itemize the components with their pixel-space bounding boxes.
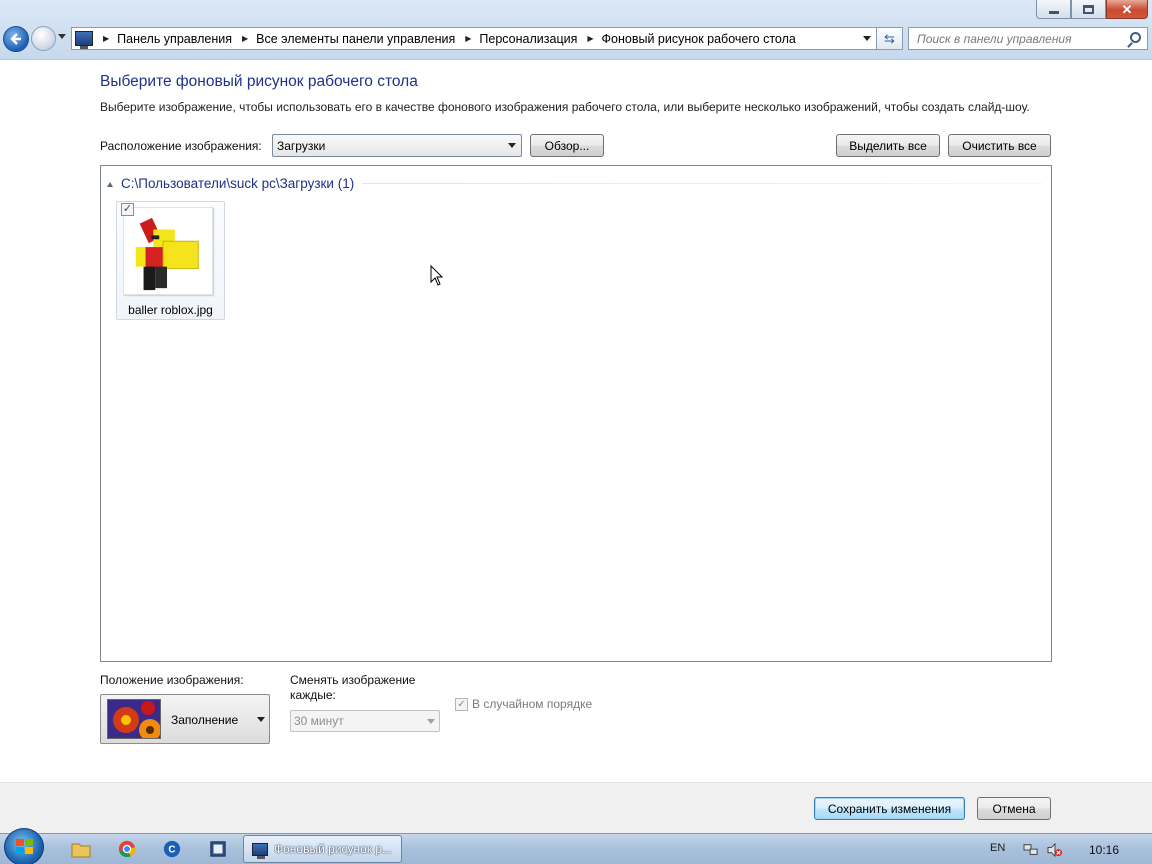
taskbar-window-button[interactable]: Фоновый рисунок р... — [243, 835, 402, 863]
shuffle-label: В случайном порядке — [472, 697, 593, 711]
control-panel-icon — [252, 842, 268, 859]
clear-all-button[interactable]: Очистить все — [948, 134, 1051, 157]
back-button[interactable] — [3, 26, 29, 52]
chrome-taskbar-icon[interactable] — [116, 838, 138, 860]
breadcrumb-separator-icon[interactable]: ▶ — [587, 34, 593, 43]
group-header-path: C:\Пользователи\suck pc\Загрузки (1) — [121, 176, 355, 191]
location-value: Загрузки — [277, 138, 326, 153]
address-bar[interactable]: ▶ Панель управления ▶ Все элементы панел… — [71, 27, 877, 50]
shuffle-option[interactable]: ✓ В случайном порядке — [455, 697, 592, 711]
image-checkbox[interactable]: ✓ — [121, 203, 134, 216]
control-panel-icon — [75, 31, 93, 49]
breadcrumb-control-panel[interactable]: Панель управления — [117, 32, 232, 46]
search-icon[interactable] — [1130, 32, 1141, 43]
ccleaner-taskbar-icon[interactable]: C — [161, 838, 183, 860]
maximize-icon — [1083, 4, 1094, 14]
refresh-icon: ⇆ — [884, 30, 895, 46]
folder-icon — [71, 843, 91, 858]
chrome-icon — [118, 840, 136, 858]
minimize-icon — [1048, 10, 1059, 14]
chevron-down-icon — [427, 719, 435, 724]
speaker-muted-icon — [1047, 843, 1062, 857]
location-dropdown[interactable]: Загрузки — [272, 134, 522, 157]
image-filename: baller roblox.jpg — [128, 303, 213, 317]
ccleaner-icon: C — [163, 840, 181, 858]
chevron-down-icon — [257, 717, 265, 722]
position-label: Положение изображения: — [100, 673, 244, 687]
recent-pages-dropdown[interactable] — [58, 34, 66, 39]
language-indicator[interactable]: EN — [990, 842, 1005, 854]
roblox-character-image — [123, 207, 213, 295]
page-subtitle: Выберите изображение, чтобы использовать… — [100, 100, 1030, 114]
breadcrumb-all-items[interactable]: Все элементы панели управления — [256, 32, 455, 46]
fill-preview-image — [107, 699, 161, 739]
network-tray-icon[interactable] — [1020, 839, 1042, 861]
clock[interactable]: 10:16 — [1089, 843, 1119, 857]
app-icon — [210, 841, 226, 857]
minimize-button[interactable] — [1036, 0, 1071, 19]
location-label: Расположение изображения: — [100, 139, 262, 153]
picture-position-dropdown[interactable]: Заполнение — [100, 694, 270, 744]
collapse-icon[interactable] — [107, 181, 113, 187]
save-changes-button[interactable]: Сохранить изменения — [814, 797, 965, 820]
breadcrumb-separator-icon[interactable]: ▶ — [103, 34, 109, 43]
interval-dropdown[interactable]: 30 минут — [290, 710, 440, 732]
maximize-button[interactable] — [1071, 0, 1106, 19]
forward-button[interactable] — [31, 26, 56, 51]
svg-text:C: C — [168, 845, 175, 856]
position-value: Заполнение — [171, 713, 239, 727]
shuffle-checkbox[interactable]: ✓ — [455, 697, 468, 711]
taskbar-window-title: Фоновый рисунок р... — [274, 842, 393, 856]
group-divider — [362, 183, 1043, 184]
breadcrumb-separator-icon[interactable]: ▶ — [465, 34, 471, 43]
browse-button[interactable]: Обзор... — [530, 134, 604, 157]
taskbar: C Фоновый рисунок р... EN 10:16 — [0, 828, 1152, 864]
group-header[interactable]: C:\Пользователи\suck pc\Загрузки (1) — [107, 176, 1043, 191]
arrow-left-icon — [10, 33, 21, 45]
address-history-dropdown[interactable] — [863, 36, 871, 41]
mouse-cursor-icon — [430, 265, 444, 286]
breadcrumb-personalization[interactable]: Персонализация — [479, 32, 577, 46]
window-controls: ✕ — [1036, 0, 1148, 20]
explorer-taskbar-icon[interactable] — [70, 838, 92, 860]
start-button[interactable] — [4, 828, 44, 864]
image-thumbnail[interactable]: ✓ baller roblox.jpg — [116, 201, 225, 320]
volume-tray-icon[interactable] — [1044, 839, 1066, 861]
interval-label: Сменять изображение — [290, 673, 416, 687]
search-input[interactable] — [917, 31, 1127, 46]
network-icon — [1023, 844, 1038, 855]
close-icon: ✕ — [1121, 1, 1133, 17]
interval-label-continued: каждые: — [290, 688, 336, 702]
breadcrumb-desktop-background[interactable]: Фоновый рисунок рабочего стола — [602, 32, 796, 46]
cancel-button[interactable]: Отмена — [977, 797, 1051, 820]
close-button[interactable]: ✕ — [1106, 0, 1148, 19]
search-box[interactable] — [908, 27, 1148, 50]
select-all-button[interactable]: Выделить все — [836, 134, 940, 157]
windows-logo-icon — [16, 839, 33, 854]
page-title: Выберите фоновый рисунок рабочего стола — [100, 73, 418, 90]
refresh-button[interactable]: ⇆ — [877, 27, 903, 50]
interval-value: 30 минут — [294, 714, 344, 728]
breadcrumb-separator-icon[interactable]: ▶ — [242, 34, 248, 43]
app-taskbar-icon[interactable] — [207, 838, 229, 860]
image-gallery[interactable]: C:\Пользователи\suck pc\Загрузки (1) ✓ b… — [100, 165, 1052, 662]
chevron-down-icon — [508, 143, 516, 148]
